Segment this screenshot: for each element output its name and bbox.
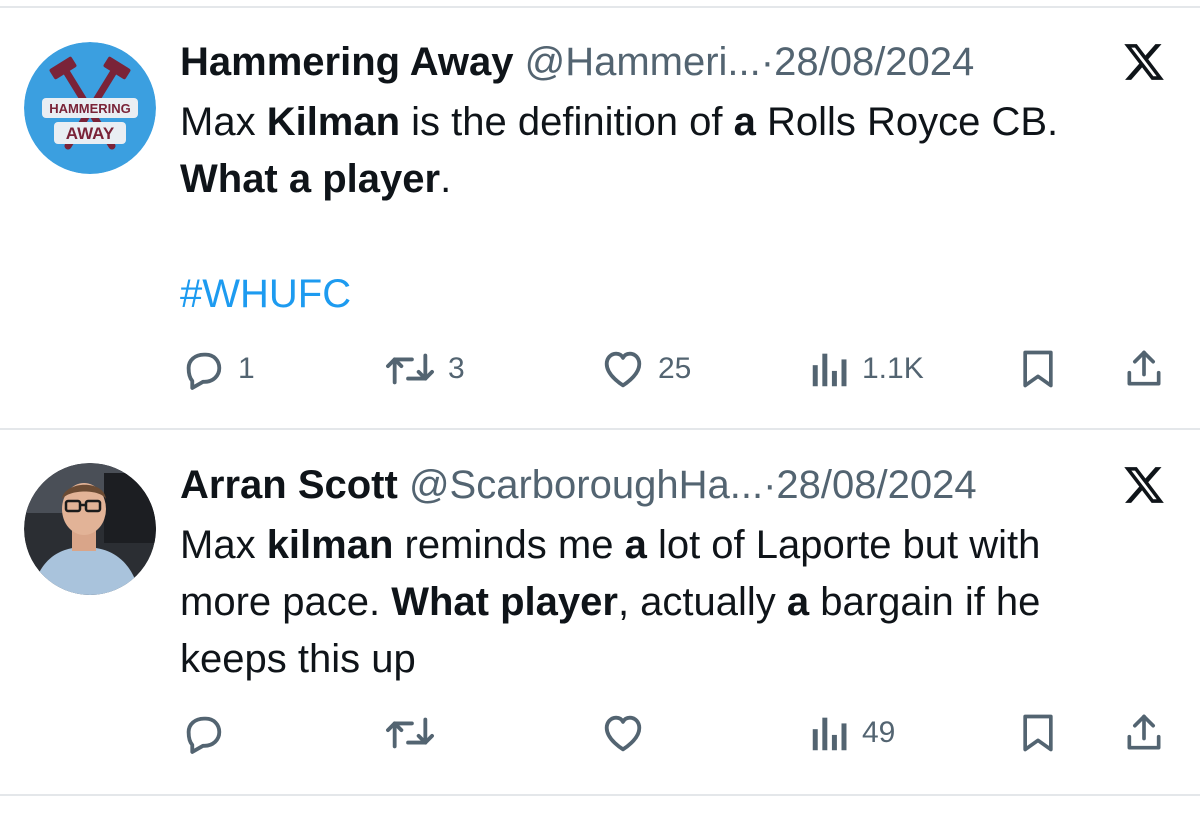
hammering-away-logo: HAMMERING AWAY [24,42,156,174]
tweet-date[interactable]: 28/08/2024 [774,40,974,84]
display-name[interactable]: Arran Scott [180,463,398,507]
share-icon [1127,714,1161,750]
like-count: 25 [658,352,692,385]
svg-text:AWAY: AWAY [66,124,115,143]
bookmark-button[interactable] [1016,344,1060,394]
text-bold-segment: What a player [180,157,441,201]
top-divider [0,6,1200,8]
reply-icon [186,716,222,754]
text-segment: reminds me [393,523,625,567]
views-button[interactable]: 1.1K [810,344,924,394]
like-icon [604,715,642,752]
separator-dot: · [760,40,775,84]
tweet-divider [0,794,1200,796]
tweet-text: Max kilman reminds me a lot of Laporte b… [180,517,1170,688]
reply-button[interactable]: 1 [180,344,255,394]
text-bold-segment: a [733,100,756,144]
text-segment: . [440,157,452,201]
tweet-actions: 1 3 25 1.1K [0,344,1200,394]
like-button[interactable]: 25 [600,344,691,394]
views-icon [812,353,847,387]
share-icon [1127,350,1161,386]
text-segment: keeps this up [180,637,416,681]
text-bold-segment: a [786,580,810,624]
retweet-button[interactable] [384,708,436,758]
text-segment: Max [180,100,267,144]
avatar[interactable] [24,463,156,595]
text-segment: Rolls Royce CB. [755,100,1059,144]
text-segment: is the definition of [400,100,734,144]
retweet-icon [386,717,434,749]
text-bold-segment: What player [391,580,618,624]
tweet-header: Arran Scott @ScarboroughHa...·28/08/2024 [180,461,977,509]
views-icon [812,717,847,751]
text-segment: lot of Laporte but with [646,523,1041,567]
svg-text:HAMMERING: HAMMERING [49,101,131,116]
profile-photo [24,463,156,595]
views-count: 1.1K [862,352,924,385]
share-button[interactable] [1122,344,1166,394]
reply-icon [186,352,222,390]
reply-button[interactable] [180,708,226,758]
text-segment: bargain if he [809,580,1041,624]
x-logo-icon [1122,463,1166,507]
tweet-header: Hammering Away @Hammeri...·28/08/2024 [180,38,974,86]
separator-dot: · [763,463,777,507]
text-bold-segment: Kilman [266,100,401,144]
tweet-arran-scott[interactable]: Arran Scott @ScarboroughHa...·28/08/2024… [0,461,1200,791]
like-button[interactable] [600,708,646,758]
text-bold-segment: a [624,523,647,567]
text-segment: Max [180,523,267,567]
reply-count: 1 [238,352,255,385]
tweet-actions: 49 [0,708,1200,758]
handle[interactable]: @Hammeri... [525,40,761,84]
avatar[interactable]: HAMMERING AWAY [24,42,156,174]
tweet-divider [0,428,1200,430]
x-logo-icon [1122,40,1166,84]
retweet-count: 3 [448,352,465,385]
handle[interactable]: @ScarboroughHa... [409,463,763,507]
display-name[interactable]: Hammering Away [180,40,513,84]
tweet-text: Max Kilman is the definition of a Rolls … [180,94,1170,208]
text-bold-segment: kilman [266,523,394,567]
bookmark-icon [1023,350,1053,388]
share-button[interactable] [1122,708,1166,758]
retweet-icon [386,353,434,385]
text-segment: more pace. [180,580,392,624]
retweet-button[interactable]: 3 [384,344,465,394]
tweet-date[interactable]: 28/08/2024 [776,463,976,507]
views-button[interactable]: 49 [810,708,895,758]
bookmark-icon [1023,714,1053,752]
bookmark-button[interactable] [1016,708,1060,758]
hashtag-link[interactable]: #WHUFC [180,270,351,318]
like-icon [604,351,642,388]
views-count: 49 [862,716,896,749]
text-segment: , actually [617,580,787,624]
tweet-hammering-away[interactable]: HAMMERING AWAY Hammering Away @Hammeri..… [0,38,1200,428]
